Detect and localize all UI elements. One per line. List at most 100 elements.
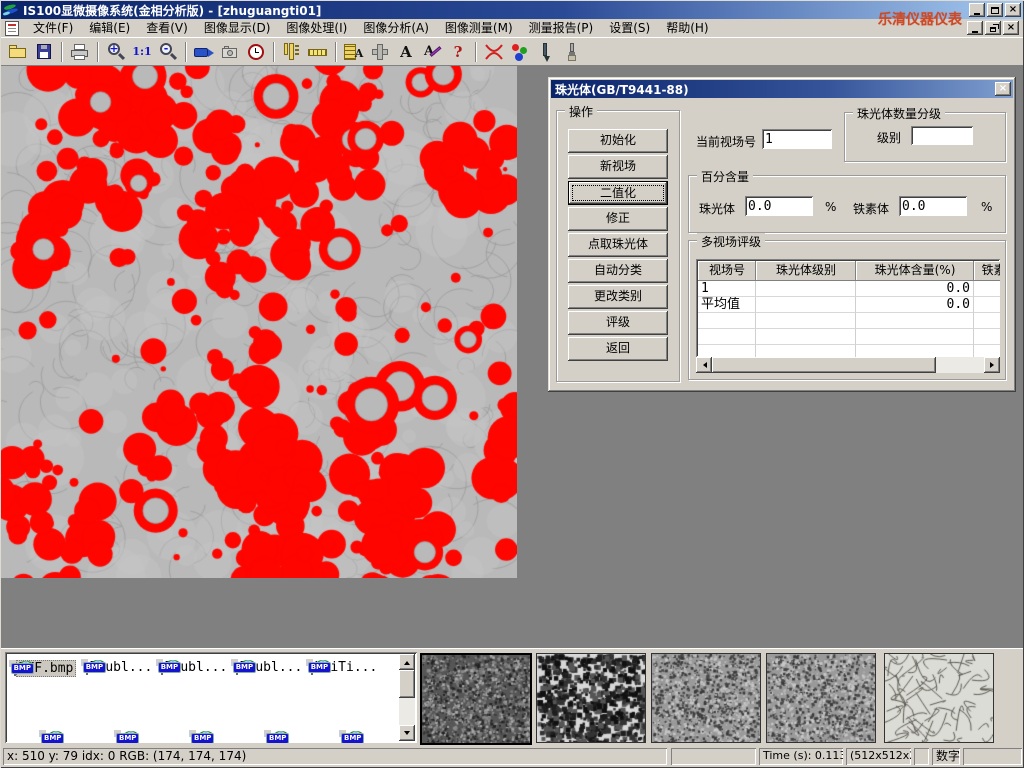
scroll-left-button[interactable]: [696, 357, 712, 373]
pen-tool-button[interactable]: [533, 39, 559, 64]
current-field-input[interactable]: [762, 129, 832, 149]
scroll-down-button[interactable]: [399, 725, 415, 741]
open-folder-icon: [7, 41, 29, 63]
scrollbar-thumb[interactable]: [712, 357, 936, 373]
thumbnail-image[interactable]: [766, 653, 876, 743]
left-arrow-icon: [700, 362, 707, 368]
menu-image-measure[interactable]: 图像测量(M): [437, 20, 521, 36]
file-item[interactable]: BMP: [9, 731, 81, 743]
app-icon: [3, 3, 19, 17]
thumbnail-image[interactable]: [651, 653, 761, 743]
grid-button[interactable]: [367, 39, 393, 64]
auto-classify-button[interactable]: 自动分类: [568, 259, 668, 283]
file-item[interactable]: BMP: [309, 731, 381, 743]
print-button[interactable]: [67, 39, 93, 64]
thumbnail-image[interactable]: [420, 653, 532, 745]
cell: [756, 297, 856, 313]
return-button[interactable]: 返回: [568, 337, 668, 361]
table-row[interactable]: [698, 313, 1000, 329]
phase-classify-button[interactable]: [507, 39, 533, 64]
help-button[interactable]: ?: [445, 39, 471, 64]
pearlite-dialog: 珠光体(GB/T9441-88) × 操作 初始化 新视场 二值化 修正 点取珠…: [548, 77, 1016, 392]
floppy-save-icon: [33, 41, 55, 63]
menu-edit[interactable]: 编辑(E): [81, 20, 138, 36]
col-field-number[interactable]: 视场号: [698, 261, 756, 281]
col-ferrite-pct[interactable]: 铁素体含量(%): [974, 261, 1000, 281]
file-item[interactable]: BMP Doubl...: [234, 657, 306, 675]
caliper-button[interactable]: [279, 39, 305, 64]
annotate-button[interactable]: A: [419, 39, 445, 64]
document-icon[interactable]: [5, 21, 19, 36]
text-button[interactable]: A: [393, 39, 419, 64]
video-capture-button[interactable]: [191, 39, 217, 64]
timer-button[interactable]: [243, 39, 269, 64]
cell: [698, 313, 756, 329]
clock-icon: [245, 41, 267, 63]
file-item[interactable]: BMP: [84, 731, 156, 743]
init-button[interactable]: 初始化: [568, 129, 668, 153]
table-row[interactable]: [698, 329, 1000, 345]
file-item[interactable]: BMP Doubl...: [159, 657, 231, 675]
col-pearlite-grade[interactable]: 珠光体级别: [756, 261, 856, 281]
menu-settings[interactable]: 设置(S): [601, 20, 658, 36]
table-row[interactable]: [698, 345, 1000, 357]
percent-group: 百分含量 珠光体 % 铁素体 %: [688, 175, 1006, 233]
open-button[interactable]: [5, 39, 31, 64]
menu-file[interactable]: 文件(F): [25, 20, 81, 36]
up-arrow-icon: [404, 658, 410, 665]
toolbar-separator: [335, 42, 337, 62]
zoom-in-button[interactable]: +: [103, 39, 129, 64]
correct-button[interactable]: 修正: [568, 207, 668, 231]
actual-size-button[interactable]: 1:1: [129, 39, 155, 64]
scrollbar-thumb[interactable]: [399, 670, 415, 698]
file-item[interactable]: BMP HuiTi...: [309, 657, 381, 675]
col-pearlite-pct[interactable]: 珠光体含量(%): [856, 261, 974, 281]
save-button[interactable]: [31, 39, 57, 64]
table-row[interactable]: 1 0.0: [698, 281, 1000, 297]
dialog-title-bar: 珠光体(GB/T9441-88) ×: [551, 80, 1013, 98]
change-class-button[interactable]: 更改类别: [568, 285, 668, 309]
file-v-scrollbar[interactable]: [399, 654, 415, 741]
thumbnail-image[interactable]: [884, 653, 994, 743]
measure-label-button[interactable]: A: [341, 39, 367, 64]
scroll-right-button[interactable]: [984, 357, 1000, 373]
cell: [756, 281, 856, 297]
rate-button[interactable]: 评级: [568, 311, 668, 335]
file-item[interactable]: BMP: [234, 731, 306, 743]
curve-tool-button[interactable]: [481, 39, 507, 64]
rating-group: 多视场评级 视场号 珠光体级别 珠光体含量(%) 铁素体含量(%) 1 0.0: [688, 240, 1006, 380]
ferrite-percent-input[interactable]: [899, 196, 967, 216]
grid-cross-icon: [369, 41, 391, 63]
printer-icon: [69, 41, 91, 63]
pick-pearlite-button[interactable]: 点取珠光体: [568, 233, 668, 257]
pearlite-percent-input[interactable]: [745, 196, 813, 216]
grade-input[interactable]: [911, 126, 973, 145]
bmp-file-icon: BMP: [161, 659, 163, 675]
scroll-up-button[interactable]: [399, 654, 415, 670]
micrograph-canvas[interactable]: [1, 66, 517, 578]
empty-panel: [914, 748, 929, 765]
right-arrow-icon: [990, 362, 997, 368]
dialog-close-button[interactable]: ×: [995, 82, 1011, 96]
menu-image-analysis[interactable]: 图像分析(A): [355, 20, 437, 36]
menu-image-display[interactable]: 图像显示(D): [196, 20, 279, 36]
file-item[interactable]: BMP: [159, 731, 231, 743]
thumbnail-image[interactable]: [536, 653, 646, 743]
new-field-button[interactable]: 新视场: [568, 155, 668, 179]
file-item[interactable]: BMP Doubl...: [84, 657, 156, 675]
menu-help[interactable]: 帮助(H): [658, 20, 716, 36]
zoom-out-button[interactable]: -: [155, 39, 181, 64]
table-row[interactable]: 平均值 0.0: [698, 297, 1000, 313]
binarize-button[interactable]: 二值化: [568, 181, 668, 205]
menu-image-process[interactable]: 图像处理(I): [278, 20, 355, 36]
mdi-client-area: 珠光体(GB/T9441-88) × 操作 初始化 新视场 二值化 修正 点取珠…: [1, 66, 1023, 648]
toolbar-separator: [475, 42, 477, 62]
file-item[interactable]: BMP DKF.bmp: [9, 657, 81, 677]
menu-report[interactable]: 测量报告(P): [521, 20, 602, 36]
menu-view[interactable]: 查看(V): [138, 20, 196, 36]
table-h-scrollbar[interactable]: [696, 357, 1000, 373]
snapshot-button[interactable]: [217, 39, 243, 64]
ruler-button[interactable]: [305, 39, 331, 64]
brush-tool-button[interactable]: [559, 39, 585, 64]
minimize-icon: [972, 31, 978, 33]
